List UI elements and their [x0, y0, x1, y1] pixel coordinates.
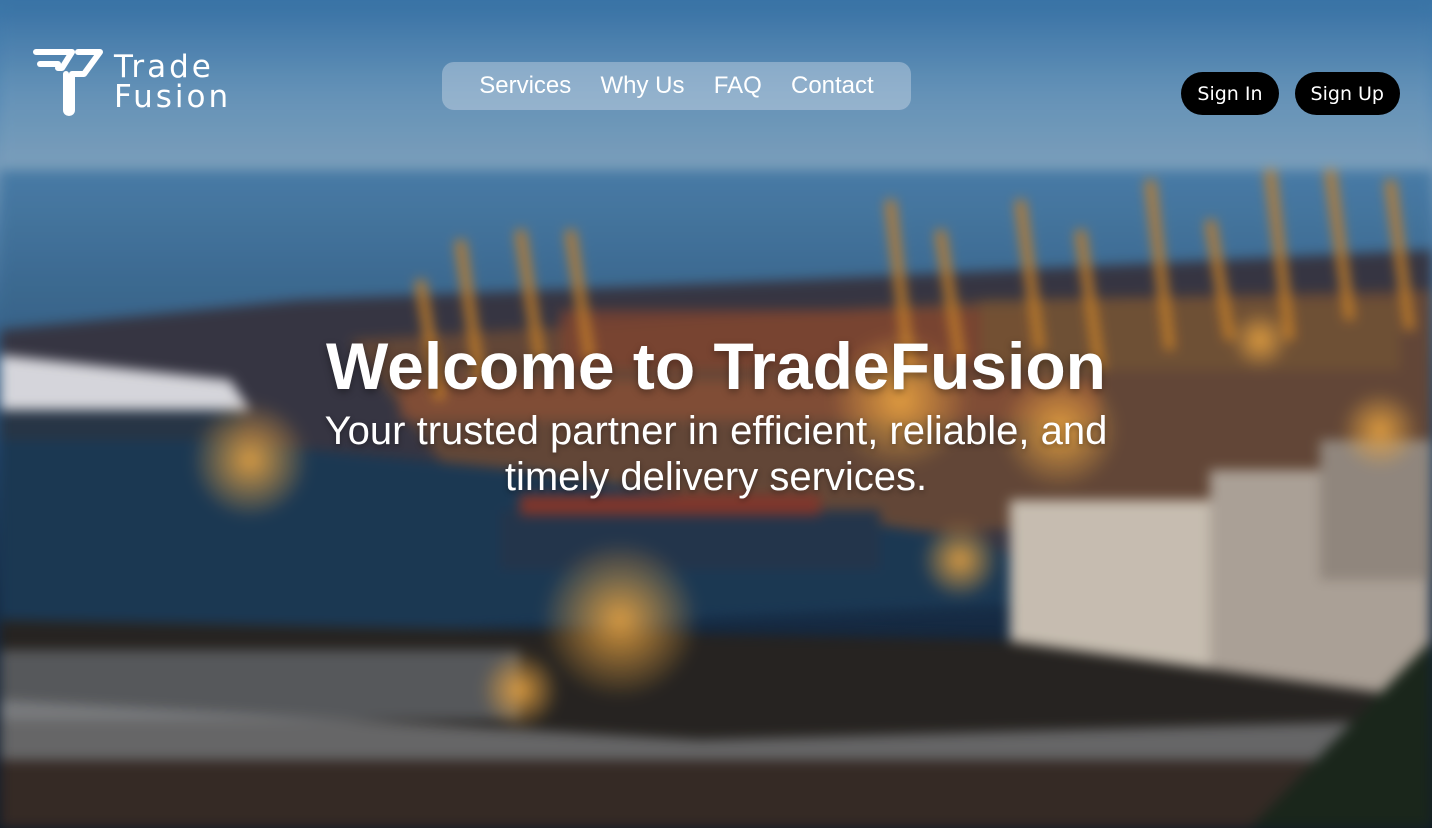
brand-logo[interactable]: Trade Fusion — [32, 46, 231, 118]
auth-buttons: Sign In Sign Up — [1181, 72, 1400, 115]
hero-tagline: Your trusted partner in efficient, relia… — [324, 409, 1108, 499]
sign-in-button[interactable]: Sign In — [1181, 72, 1279, 115]
sign-up-button[interactable]: Sign Up — [1294, 72, 1400, 115]
nav-item-why-us[interactable]: Why Us — [601, 72, 685, 100]
main-nav: Services Why Us FAQ Contact — [442, 62, 911, 110]
hero-section: Trade Fusion Services Why Us FAQ Contact… — [0, 0, 1432, 828]
nav-item-faq[interactable]: FAQ — [714, 72, 762, 100]
nav-item-services[interactable]: Services — [479, 72, 571, 100]
brand-name-line1: Trade — [114, 49, 214, 85]
brand-name-line2: Fusion — [114, 79, 232, 115]
tradefusion-logo-icon — [32, 46, 104, 118]
nav-item-contact[interactable]: Contact — [791, 72, 874, 100]
brand-wordmark: Trade Fusion — [114, 49, 232, 115]
hero-headline: Welcome to TradeFusion — [326, 329, 1106, 403]
